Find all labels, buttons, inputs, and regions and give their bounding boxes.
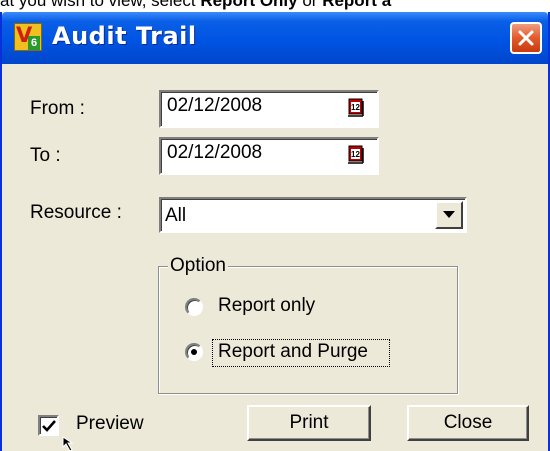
close-button[interactable]: Close [407,405,529,441]
to-date-value: 02/12/2008 [167,142,263,163]
preview-label[interactable]: Preview [76,413,144,435]
from-label: From : [30,98,85,119]
resource-dropdown-button[interactable] [435,201,463,229]
preview-checkbox[interactable] [38,415,59,436]
svg-text:12: 12 [351,103,360,112]
to-date-field[interactable]: 02/12/2008 12 [159,137,379,175]
resource-label: Resource : [30,202,122,223]
print-button[interactable]: Print [247,405,371,441]
report-only-radio[interactable] [185,298,203,316]
doc-text: at you wish to view, select Report Only … [0,0,391,11]
report-and-purge-label[interactable]: Report and Purge [218,341,368,363]
app-logo-icon: V6 [14,23,42,51]
option-group-label: Option [168,255,228,277]
resource-select[interactable]: All [159,197,467,233]
close-icon[interactable] [510,22,542,54]
calendar-icon[interactable]: 12 [347,97,365,119]
option-groupbox [158,266,458,394]
dialog-title: Audit Trail [52,22,197,50]
audit-trail-dialog: V6 Audit Trail From : 02/12/2008 12 To :… [0,12,550,451]
checkmark-icon [42,420,56,432]
resource-selected-value: All [165,205,187,226]
document-text-strip: at you wish to view, select Report Only … [0,0,550,12]
calendar-icon[interactable]: 12 [347,144,365,166]
from-date-field[interactable]: 02/12/2008 12 [159,90,379,128]
report-only-label[interactable]: Report only [218,295,315,317]
svg-text:12: 12 [351,150,360,159]
title-bar[interactable]: V6 Audit Trail [2,12,548,64]
mouse-pointer-icon [62,436,74,451]
report-and-purge-radio[interactable] [185,343,203,361]
doc-text-option2: Report a [322,0,392,10]
doc-text-prefix: at you wish to view, select [0,0,201,10]
chevron-down-icon [443,211,455,218]
to-label: To : [30,145,61,166]
doc-text-mid: or [297,0,323,10]
doc-text-option1: Report Only [200,0,298,10]
from-date-value: 02/12/2008 [167,95,263,116]
